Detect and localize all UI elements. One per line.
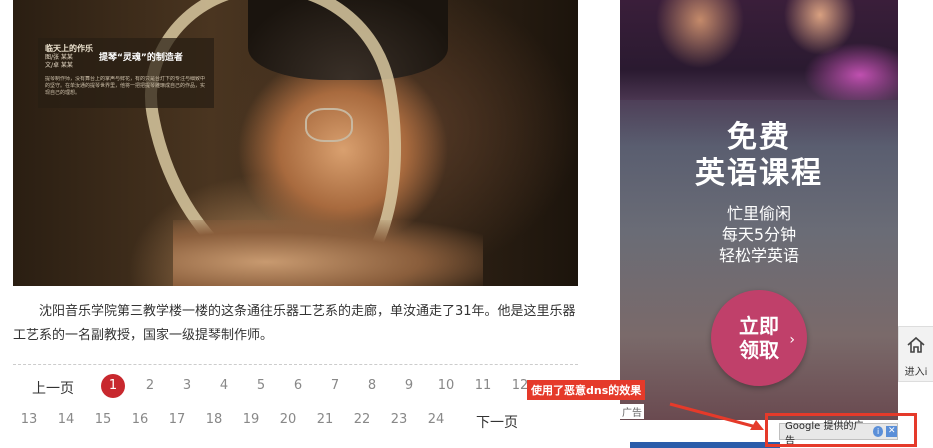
ad-sub-line3: 轻松学英语 — [718, 246, 799, 265]
ad-title-line1: 免费 — [727, 120, 791, 155]
ad-label: 广告 — [620, 404, 644, 419]
ad-title-line2: 英语课程 — [695, 156, 823, 191]
caption-series-block: 临天上的作乐 图/张 某某 文/卓 某某 — [45, 44, 93, 70]
page-number-3[interactable]: 3 — [175, 374, 199, 398]
next-page-link[interactable]: 下一页 — [476, 412, 518, 432]
page-number-17[interactable]: 17 — [165, 408, 189, 432]
annotation-highlight-box — [765, 413, 917, 447]
page-number-19[interactable]: 19 — [239, 408, 263, 432]
page-number-18[interactable]: 18 — [202, 408, 226, 432]
page-number-24[interactable]: 24 — [424, 408, 448, 432]
pagination-divider — [13, 364, 578, 365]
home-icon — [907, 336, 925, 353]
caption-header: 临天上的作乐 图/张 某某 文/卓 某某 提琴“灵魂”的制造者 — [45, 44, 207, 70]
page-number-13[interactable]: 13 — [17, 408, 41, 432]
prev-page-link[interactable]: 上一页 — [32, 378, 74, 398]
page-number-4[interactable]: 4 — [212, 374, 236, 398]
page-number-14[interactable]: 14 — [54, 408, 78, 432]
page-number-11[interactable]: 11 — [471, 374, 495, 398]
page-number-10[interactable]: 10 — [434, 374, 458, 398]
page-number-6[interactable]: 6 — [286, 374, 310, 398]
ad-subtitle: 忙里偷闲 每天5分钟 轻松学英语 — [620, 203, 898, 266]
page-number-1[interactable]: 1 — [101, 374, 125, 398]
annotation-arrow — [669, 402, 764, 430]
page-number-20[interactable]: 20 — [276, 408, 300, 432]
ad-bottom-strip — [630, 442, 780, 448]
caption-body: 提琴制作师，没有舞台上的掌声与鲜花，有的只是台灯下的专注与细致中的坚守。在单汝通… — [45, 76, 206, 96]
page-number-5[interactable]: 5 — [249, 374, 273, 398]
page-number-2[interactable]: 2 — [138, 374, 162, 398]
enter-tab-label: 进入i — [904, 367, 928, 378]
page-number-16[interactable]: 16 — [128, 408, 152, 432]
page-number-23[interactable]: 23 — [387, 408, 411, 432]
chevron-right-icon: › — [789, 332, 795, 348]
page-number-7[interactable]: 7 — [323, 374, 347, 398]
page-number-22[interactable]: 22 — [350, 408, 374, 432]
enter-side-tab[interactable]: 进入i — [898, 326, 933, 382]
caption-credit-text: 文/卓 某某 — [45, 62, 73, 69]
ad-sub-line2: 每天5分钟 — [721, 225, 797, 244]
photo-hands — [173, 220, 483, 286]
page-number-9[interactable]: 9 — [397, 374, 421, 398]
photo-glasses — [305, 108, 353, 142]
page-number-21[interactable]: 21 — [313, 408, 337, 432]
annotation-label: 使用了恶意dns的效果 — [527, 380, 646, 400]
caption-series: 临天上的作乐 — [45, 44, 93, 53]
ad-title: 免费 英语课程 — [620, 120, 898, 192]
page-number-15[interactable]: 15 — [91, 408, 115, 432]
ad-claim-button[interactable]: 立即 领取 › — [711, 290, 807, 386]
ad-sub-line1: 忙里偷闲 — [726, 204, 791, 223]
page-number-8[interactable]: 8 — [360, 374, 384, 398]
ad-banner[interactable]: 免费 英语课程 忙里偷闲 每天5分钟 轻松学英语 立即 领取 › — [620, 0, 898, 420]
hero-photo: 临天上的作乐 图/张 某某 文/卓 某某 提琴“灵魂”的制造者 提琴制作师，没有… — [13, 0, 578, 286]
caption-credit-photo: 图/张 某某 — [45, 54, 73, 61]
photo-caption-box: 临天上的作乐 图/张 某某 文/卓 某某 提琴“灵魂”的制造者 提琴制作师，没有… — [38, 38, 214, 108]
caption-title: 提琴“灵魂”的制造者 — [99, 53, 183, 63]
article-paragraph: 沈阳音乐学院第三教学楼一楼的这条通往乐器工艺系的走廊，单汝通走了31年。他是这里… — [13, 304, 576, 343]
article-column: 临天上的作乐 图/张 某某 文/卓 某某 提琴“灵魂”的制造者 提琴制作师，没有… — [0, 0, 600, 448]
ad-photo — [620, 0, 898, 100]
